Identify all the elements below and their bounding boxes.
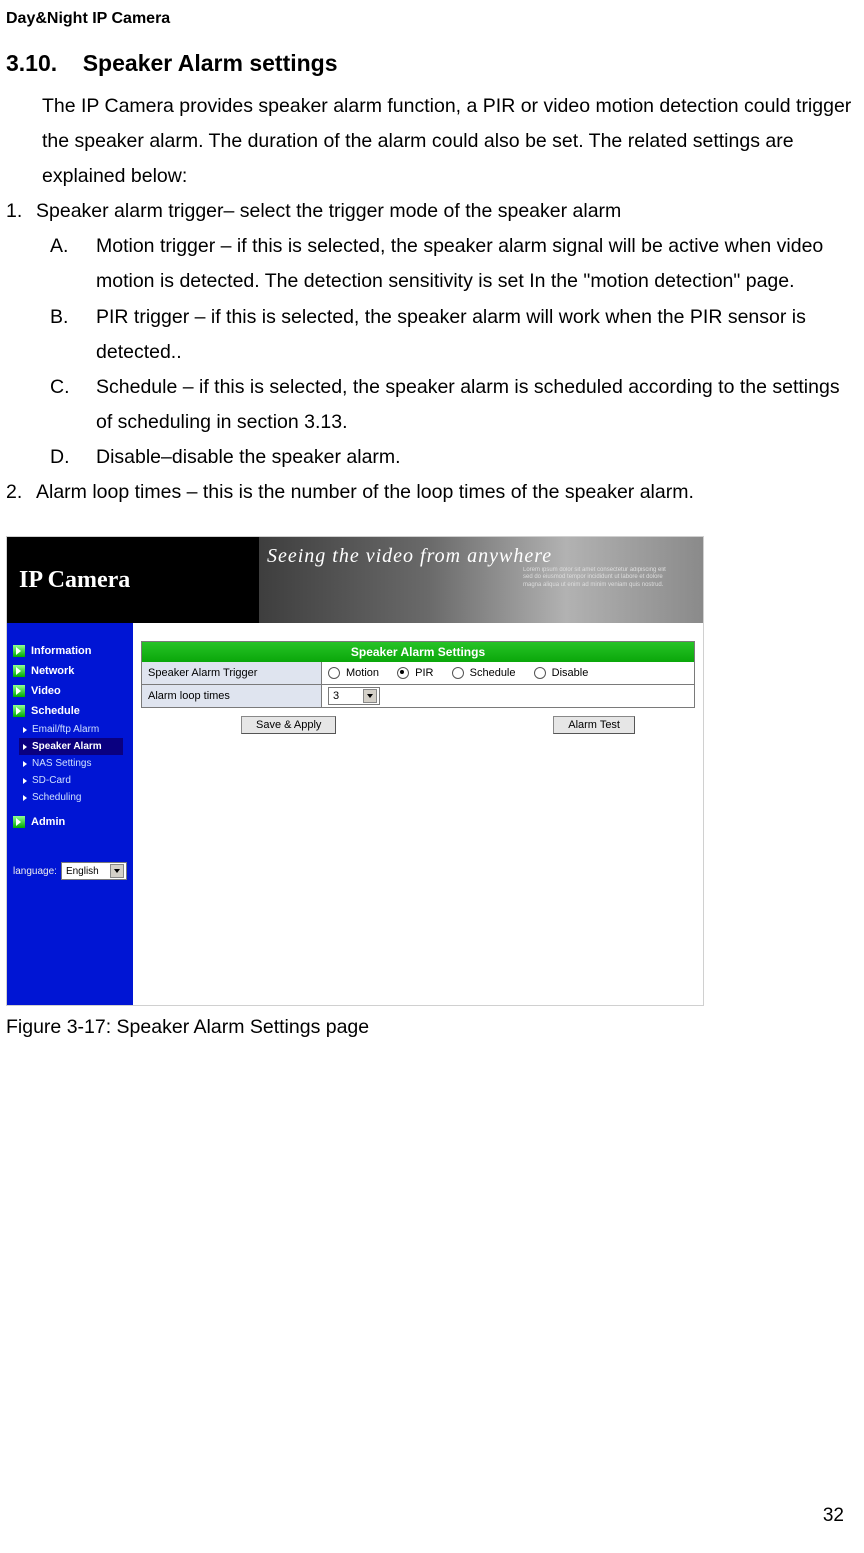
list-number: 2.	[6, 475, 36, 510]
sidebar-item-video[interactable]: Video	[7, 681, 133, 701]
row-label-trigger: Speaker Alarm Trigger	[142, 662, 322, 684]
sidebar-label: Admin	[31, 816, 65, 828]
radio-label: PIR	[415, 667, 433, 679]
sublist-letter: A.	[50, 229, 96, 299]
screen-body: Information Network Video Schedule Email…	[7, 623, 703, 1005]
sidebar-label: Schedule	[31, 705, 80, 717]
sidebar-sub-sd-card[interactable]: SD-Card	[7, 772, 133, 789]
section-heading: 3.10. Speaker Alarm settings	[6, 50, 864, 77]
radio-label: Disable	[552, 667, 589, 679]
sidebar-sub-label: Scheduling	[32, 792, 81, 803]
row-value-loop-times: 3	[322, 687, 694, 705]
language-row: language: English	[7, 862, 133, 880]
sublist-item-c: C. Schedule – if this is selected, the s…	[50, 370, 862, 440]
sidebar-item-network[interactable]: Network	[7, 661, 133, 681]
sublist-letter: D.	[50, 440, 96, 475]
sublist-text: Disable–disable the speaker alarm.	[96, 440, 862, 475]
language-label: language:	[13, 866, 57, 877]
radio-pir[interactable]	[397, 667, 409, 679]
list-item-1: 1. Speaker alarm trigger– select the tri…	[6, 194, 862, 229]
chevron-down-icon	[363, 689, 377, 703]
section-number: 3.10.	[6, 50, 57, 76]
sidebar-sub-speaker-alarm[interactable]: Speaker Alarm	[19, 738, 123, 755]
sidebar-sub-label: Speaker Alarm	[32, 741, 102, 752]
sublist-text: PIR trigger – if this is selected, the s…	[96, 300, 862, 370]
language-select[interactable]: English	[61, 862, 127, 880]
content-area: Speaker Alarm Settings Speaker Alarm Tri…	[133, 623, 703, 1005]
arrow-right-icon	[23, 744, 27, 750]
loop-times-select[interactable]: 3	[328, 687, 380, 705]
sidebar-sub-nas-settings[interactable]: NAS Settings	[7, 755, 133, 772]
play-icon	[13, 705, 25, 717]
play-icon	[13, 816, 25, 828]
alarm-test-button[interactable]: Alarm Test	[553, 716, 635, 734]
banner: IP Camera Seeing the video from anywhere…	[7, 537, 703, 623]
banner-brand: IP Camera	[7, 537, 259, 623]
sidebar-sub-scheduling[interactable]: Scheduling	[7, 789, 133, 806]
page-header: Day&Night IP Camera	[6, 10, 864, 28]
sidebar-label: Information	[31, 645, 92, 657]
language-value: English	[66, 866, 99, 877]
sublist-item-b: B. PIR trigger – if this is selected, th…	[50, 300, 862, 370]
panel-row-loop-times: Alarm loop times 3	[141, 685, 695, 708]
sublist-letter: B.	[50, 300, 96, 370]
sidebar-item-admin[interactable]: Admin	[7, 812, 133, 832]
play-icon	[13, 685, 25, 697]
list-text: Alarm loop times – this is the number of…	[36, 475, 694, 510]
arrow-right-icon	[23, 795, 27, 801]
button-row: Save & Apply Alarm Test	[141, 708, 695, 734]
list-text: Speaker alarm trigger– select the trigge…	[36, 194, 621, 229]
play-icon	[13, 665, 25, 677]
sublist-item-d: D. Disable–disable the speaker alarm.	[50, 440, 862, 475]
row-label-loop-times: Alarm loop times	[142, 685, 322, 707]
list-number: 1.	[6, 194, 36, 229]
intro-paragraph: The IP Camera provides speaker alarm fun…	[6, 89, 862, 194]
sublist-text: Schedule – if this is selected, the spea…	[96, 370, 862, 440]
radio-disable[interactable]	[534, 667, 546, 679]
sidebar-sub-email-ftp-alarm[interactable]: Email/ftp Alarm	[7, 721, 133, 738]
banner-slogan: Seeing the video from anywhere	[267, 545, 552, 568]
figure-caption: Figure 3-17: Speaker Alarm Settings page	[6, 1016, 864, 1039]
list-item-2: 2. Alarm loop times – this is the number…	[6, 475, 862, 510]
banner-fineprint: Lorem ipsum dolor sit amet consectetur a…	[523, 567, 673, 589]
chevron-down-icon	[110, 864, 124, 878]
radio-label: Schedule	[470, 667, 516, 679]
panel-title: Speaker Alarm Settings	[141, 641, 695, 662]
sidebar-item-schedule[interactable]: Schedule	[7, 701, 133, 721]
select-value: 3	[333, 690, 339, 702]
arrow-right-icon	[23, 761, 27, 767]
sublist-text: Motion trigger – if this is selected, th…	[96, 229, 862, 299]
sidebar-sub-label: Email/ftp Alarm	[32, 724, 99, 735]
page-number: 32	[823, 1505, 844, 1527]
radio-schedule[interactable]	[452, 667, 464, 679]
arrow-right-icon	[23, 778, 27, 784]
sidebar-sub-label: NAS Settings	[32, 758, 91, 769]
save-apply-button[interactable]: Save & Apply	[241, 716, 336, 734]
play-icon	[13, 645, 25, 657]
sidebar-label: Video	[31, 685, 61, 697]
radio-motion[interactable]	[328, 667, 340, 679]
sidebar-item-information[interactable]: Information	[7, 641, 133, 661]
sidebar-sub-label: SD-Card	[32, 775, 71, 786]
embedded-screenshot: IP Camera Seeing the video from anywhere…	[6, 536, 704, 1006]
sublist-letter: C.	[50, 370, 96, 440]
sidebar-label: Network	[31, 665, 74, 677]
row-value-trigger: Motion PIR Schedule Disable	[322, 667, 694, 679]
sidebar: Information Network Video Schedule Email…	[7, 623, 133, 1005]
sublist-item-a: A. Motion trigger – if this is selected,…	[50, 229, 862, 299]
section-title-text: Speaker Alarm settings	[83, 50, 338, 76]
radio-label: Motion	[346, 667, 379, 679]
arrow-right-icon	[23, 727, 27, 733]
panel-row-trigger: Speaker Alarm Trigger Motion PIR Schedul…	[141, 662, 695, 685]
